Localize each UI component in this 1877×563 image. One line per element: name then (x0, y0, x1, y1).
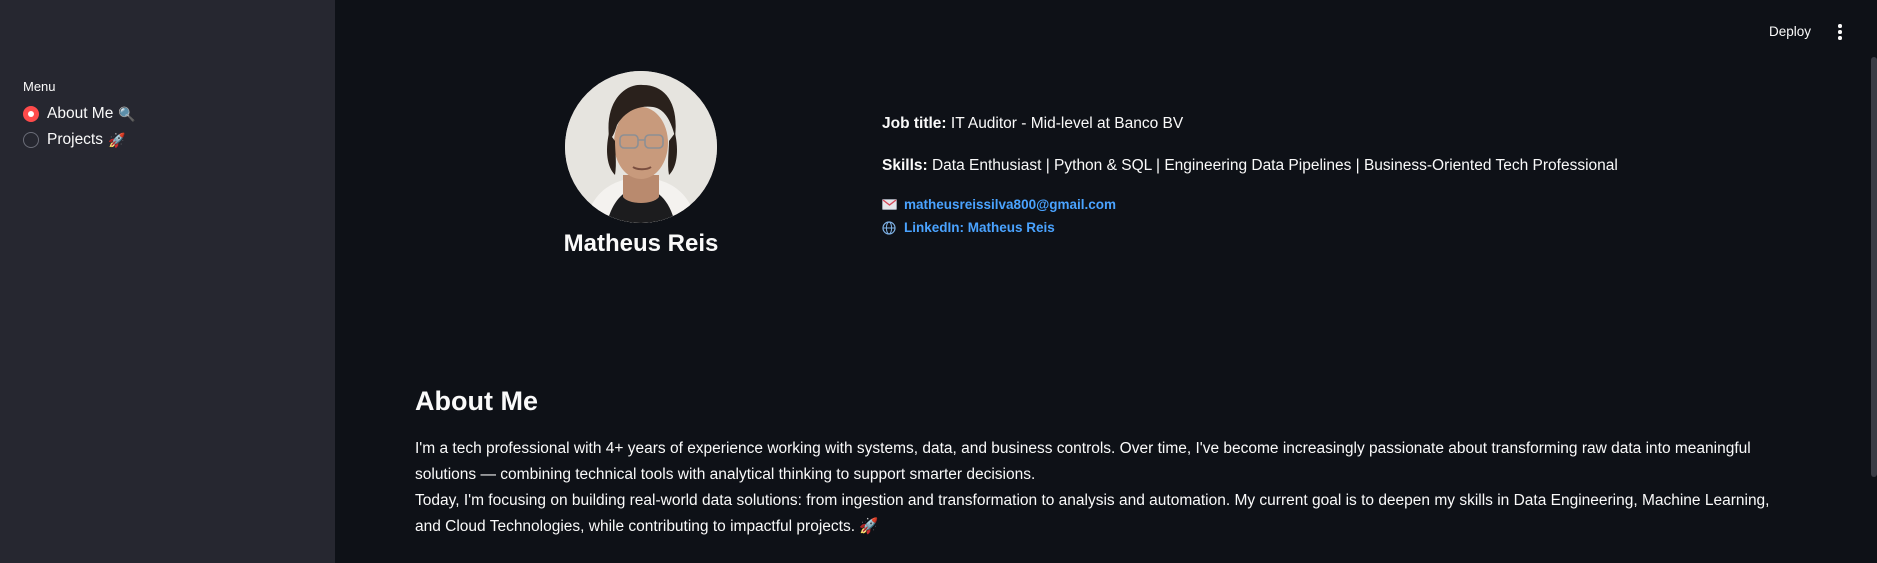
menu-label: Menu (23, 79, 56, 94)
sidebar-item-projects[interactable]: Projects 🚀 (23, 131, 125, 149)
skills-value: Data Enthusiast | Python & SQL | Enginee… (931, 157, 1618, 174)
radio-selected-icon[interactable] (23, 106, 39, 122)
about-paragraph-2-text: Today, I'm focusing on building real-wor… (415, 492, 1770, 535)
rocket-emoji-icon: 🚀 (108, 131, 126, 148)
radio-unselected-icon[interactable] (23, 132, 39, 148)
scrollbar[interactable] (1871, 57, 1877, 477)
sidebar: Menu About Me 🔍 Projects 🚀 (0, 0, 335, 563)
envelope-icon (882, 198, 898, 211)
linkedin-link[interactable]: LinkedIn: Matheus Reis (904, 220, 1055, 235)
job-title-value: IT Auditor - Mid-level at Banco BV (950, 115, 1184, 132)
sidebar-item-about-me[interactable]: About Me 🔍 (23, 105, 136, 123)
about-paragraph-2: Today, I'm focusing on building real-wor… (415, 488, 1795, 540)
email-link[interactable]: matheusreissilva800@gmail.com (904, 197, 1116, 212)
profile-photo-icon (565, 71, 717, 223)
about-text: I'm a tech professional with 4+ years of… (415, 436, 1795, 540)
deploy-button[interactable]: Deploy (1763, 22, 1817, 41)
about-paragraph-1: I'm a tech professional with 4+ years of… (415, 440, 1751, 483)
globe-icon (882, 220, 898, 235)
kebab-menu-icon[interactable] (1832, 22, 1848, 42)
sidebar-item-label: About Me (47, 105, 114, 122)
skills-label: Skills: (882, 157, 928, 174)
profile-name: Matheus Reis (563, 230, 719, 257)
linkedin-contact: LinkedIn: Matheus Reis (882, 220, 1055, 235)
job-title-label: Job title: (882, 115, 947, 132)
avatar (565, 71, 717, 223)
rocket-emoji-icon: 🚀 (859, 518, 879, 535)
about-title: About Me (415, 386, 538, 416)
email-contact: matheusreissilva800@gmail.com (882, 197, 1116, 212)
skills-line: Skills: Data Enthusiast | Python & SQL |… (882, 157, 1618, 175)
sidebar-item-label: Projects (47, 131, 103, 148)
magnifier-emoji-icon: 🔍 (118, 105, 136, 122)
job-title-line: Job title: IT Auditor - Mid-level at Ban… (882, 115, 1183, 133)
